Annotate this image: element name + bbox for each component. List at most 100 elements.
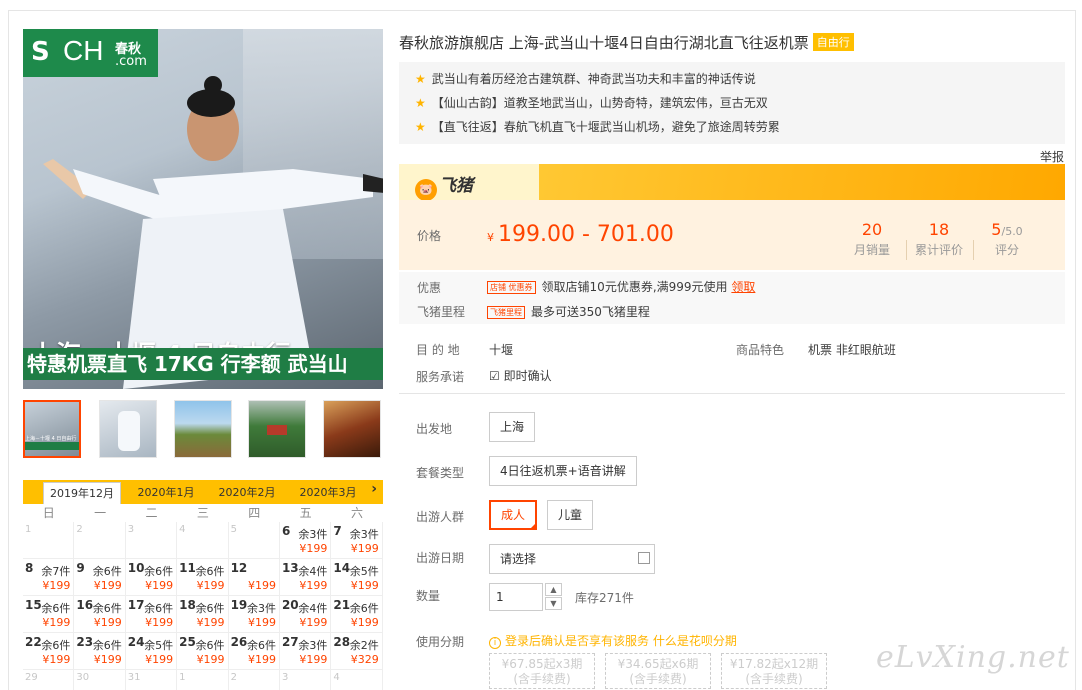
calendar-day[interactable]: 20 余4件 ¥199 [279,596,332,633]
day-number: 16 [76,598,94,612]
stat-reviews[interactable]: 18 累计评价 [909,220,969,258]
thumbnail-1[interactable]: 上海－十堰 4 日自由行 [23,400,81,458]
day-price: ¥199 [93,616,122,629]
depart-option-shanghai[interactable]: 上海 [489,412,536,442]
main-product-image[interactable]: S CH 春秋 .com 上海－十堰 4 日自由行 特惠机票直飞 17KG 行李… [23,29,383,389]
calendar-day[interactable]: 12 ¥199 [228,559,280,596]
coupon-text: 领取店铺10元优惠券,满999元使用 [541,280,728,294]
day-number: 3 [127,524,135,535]
calendar-day[interactable]: 11 余6件 ¥199 [177,559,229,596]
calendar-tab-dec[interactable]: 2019年12月 [43,482,121,504]
star-icon: ★ [415,72,426,86]
claim-coupon-link[interactable]: 领取 [731,280,755,294]
calendar-day: 1 [177,670,229,690]
day-price: ¥199 [196,653,225,666]
thumbnail-3[interactable] [174,400,232,458]
package-option[interactable]: 4日往返机票+语音讲解 [489,456,637,486]
coupon-tag: 店铺 优惠券 [487,281,536,294]
calendar-tab-jan[interactable]: 2020年1月 [127,482,205,504]
calendar-day[interactable]: 26 余6件 ¥199 [228,633,280,670]
day-number: 4 [179,524,186,535]
day-stock: 余6件 [92,602,122,615]
calendar-icon[interactable] [638,552,650,564]
thumbnail-2[interactable] [99,400,157,458]
day-price: ¥199 [350,579,379,592]
day-price: ¥199 [299,653,328,666]
quantity-input[interactable]: 1 [489,583,543,611]
day-number: 12 [230,561,248,575]
calendar-day[interactable]: 19 余3件 ¥199 [228,596,280,633]
calendar-day[interactable]: 27 余3件 ¥199 [279,633,332,670]
thumbnail-5[interactable] [323,400,381,458]
product-title: 春秋旅游旗舰店 上海-武当山十堰4日自由行湖北直飞往返机票 自由行 [399,32,854,53]
brand-ch: CH [63,35,104,66]
crowd-option-adult[interactable]: 成人 [489,500,538,530]
crowd-option-child[interactable]: 儿童 [547,500,594,530]
day-price: ¥199 [42,616,71,629]
calendar-day[interactable]: 21 余6件 ¥199 [331,596,383,633]
calendar-day[interactable]: 10 余6件 ¥199 [125,559,178,596]
date-label: 出游日期 [416,551,465,565]
calendar-tab-feb[interactable]: 2020年2月 [208,482,286,504]
product-title-text: 春秋旅游旗舰店 上海-武当山十堰4日自由行湖北直飞往返机票 [399,34,809,52]
day-number: 29 [25,672,38,683]
day-number: 11 [179,561,196,575]
calendar-day[interactable]: 6 余3件 ¥199 [279,522,332,559]
installment-option-3[interactable]: ¥67.85起x3期 (含手续费) [489,653,595,689]
thumbnail-4[interactable] [248,400,306,458]
feizhu-logo-text: 飞猪 [439,176,473,196]
thumbnail-1-caption: 上海－十堰 4 日自由行 [25,436,77,442]
price-calendar: 2019年12月 2020年1月 2020年2月 2020年3月 › 日 一 二 三 四… [23,480,383,690]
day-price: ¥199 [350,616,379,629]
day-number: 4 [333,672,340,683]
quantity-decrease-icon[interactable]: ▼ [545,597,562,610]
feizhu-logo: 🐷 飞猪 [415,171,473,200]
calendar-day[interactable]: 23 余6件 ¥199 [74,633,126,670]
day-price: ¥199 [247,616,276,629]
day-number: 3 [281,672,289,683]
installment-fee-note: (含手续费) [629,672,687,686]
travel-date-input[interactable]: 请选择 [489,544,655,574]
calendar-day[interactable]: 8 余7件 ¥199 [23,559,75,596]
installment-option-6[interactable]: ¥34.65起x6期 (含手续费) [605,653,711,689]
calendar-day[interactable]: 22 余6件 ¥199 [23,633,75,670]
day-number: 28 [333,635,351,649]
quantity-increase-icon[interactable]: ▲ [545,583,562,596]
calendar-next-icon[interactable]: › [371,481,377,497]
calendar-day[interactable]: 7 余3件 ¥199 [331,522,383,559]
calendar-tab-mar[interactable]: 2020年3月 [289,482,367,504]
stock-count: 库存271件 [575,591,634,605]
day-number: 5 [230,524,237,535]
calendar-day[interactable]: 15 余6件 ¥199 [23,596,75,633]
report-link[interactable]: 举报 [1040,148,1064,165]
stat-label: 月销量 [853,243,890,257]
day-number: 9 [76,561,85,575]
day-price: ¥199 [196,616,225,629]
day-number: 19 [230,598,248,612]
day-price: ¥199 [299,579,328,592]
calendar-day[interactable]: 13 余4件 ¥199 [279,559,332,596]
day-stock: 余6件 [41,639,71,652]
calendar-day[interactable]: 9 余6件 ¥199 [74,559,126,596]
day-number: 15 [25,598,42,612]
star-icon: ★ [415,96,426,110]
calendar-day[interactable]: 24 余5件 ¥199 [125,633,178,670]
weekday-header: 三 [196,506,209,520]
installment-option-12[interactable]: ¥17.82起x12期 (含手续费) [721,653,827,689]
calendar-day: 4 [331,670,383,690]
calendar-day[interactable]: 14 余5件 ¥199 [331,559,383,596]
weekday-header: 日 [42,506,55,520]
miles-tag: 飞猪里程 [487,306,525,319]
day-number: 13 [281,561,299,575]
installment-help-link[interactable]: 什么是花呗分期 [653,634,737,648]
calendar-day[interactable]: 28 余2件 ¥329 [331,633,383,670]
calendar-day[interactable]: 25 余6件 ¥199 [177,633,229,670]
calendar-day[interactable]: 18 余6件 ¥199 [177,596,229,633]
calendar-day: 31 [126,670,178,690]
calendar-day: 1 [23,522,75,559]
calendar-day[interactable]: 16 余6件 ¥199 [74,596,126,633]
day-stock: 余3件 [298,639,328,652]
calendar-day[interactable]: 17 余6件 ¥199 [125,596,178,633]
day-stock: 余2件 [349,639,379,652]
highlight-item: ★ 【仙山古韵】道教圣地武当山，山势奇特，建筑宏伟，亘古无双 [415,92,1065,116]
